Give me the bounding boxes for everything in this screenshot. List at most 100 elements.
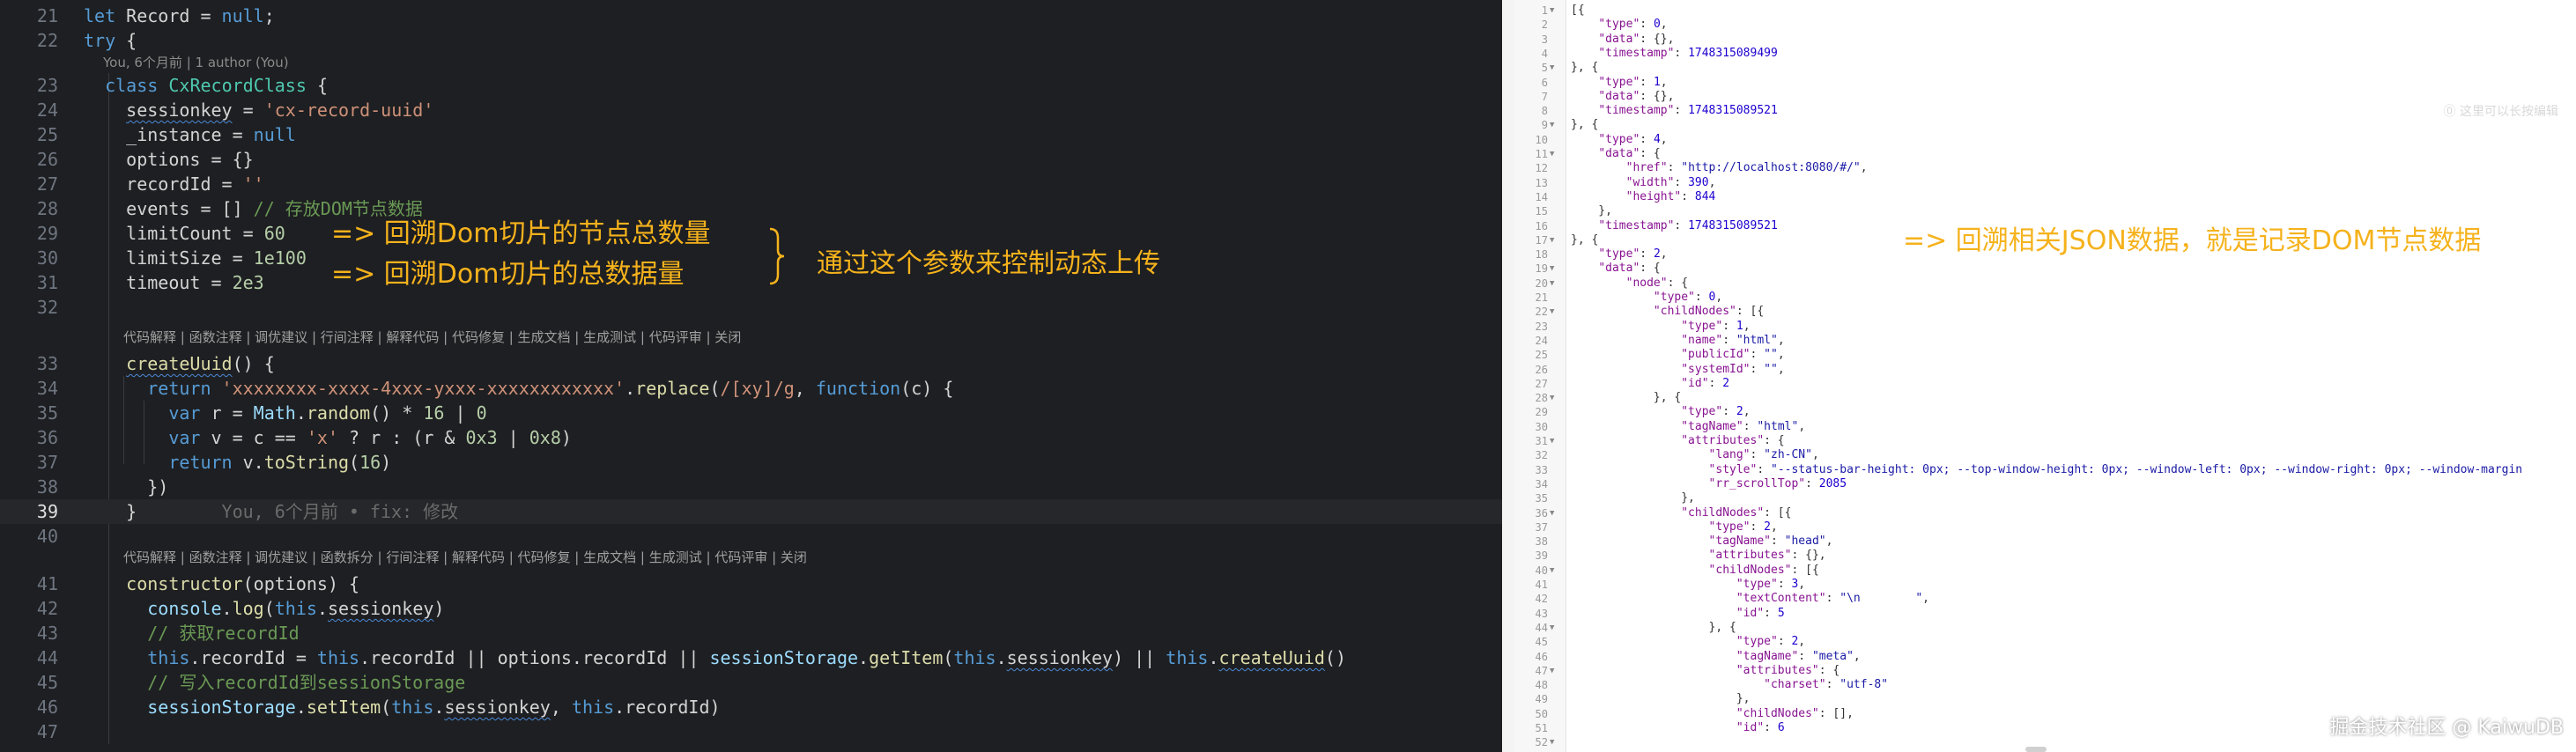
code-line[interactable]: 42 console.log(this.sessionkey) (0, 596, 1502, 621)
fold-chevron-icon[interactable]: ▼ (1550, 233, 1554, 247)
code-editor-panel: 21 let Record = null; 22 try { 23 class CxRe… (0, 0, 1502, 752)
ai-codelens-bar[interactable]: 代码解释 | 函数注释 | 调优建议 | 函数拆分 | 行间注释 | 解释代码 … (123, 549, 807, 566)
line-number: 42 (1535, 593, 1548, 606)
code-line[interactable]: 22 try { (0, 28, 1502, 53)
line-number: 27 (36, 173, 58, 195)
code-line[interactable]: 43 // 获取recordId (0, 621, 1502, 645)
code-line[interactable]: 30 limitSize = 1e100 (0, 246, 1502, 270)
json-text: "timestamp": 1748315089499 (1598, 46, 1778, 60)
line-number: 42 (36, 598, 58, 619)
line-number: 9 (1541, 119, 1548, 132)
line-number: 5 (1541, 62, 1548, 75)
blame-codelens[interactable]: You, 6个月前 | 1 author (You) (103, 54, 289, 71)
fold-chevron-icon[interactable]: ▼ (1550, 434, 1554, 448)
fold-chevron-icon[interactable]: ▼ (1550, 147, 1554, 161)
code-line[interactable]: 36 var v = c == 'x' ? r : (r & 0x3 | 0x8… (0, 425, 1502, 450)
line-number: 10 (1535, 133, 1548, 146)
line-number: 7 (1541, 90, 1548, 103)
line-number: 28 (1535, 392, 1548, 405)
line-number: 26 (1535, 363, 1548, 376)
fold-chevron-icon[interactable]: ▼ (1550, 621, 1554, 635)
fold-chevron-icon[interactable]: ▼ (1550, 506, 1554, 520)
code-line[interactable]: 21 let Record = null; (0, 4, 1502, 28)
ai-codelens-bar[interactable]: 代码解释 | 函数注释 | 调优建议 | 行间注释 | 解释代码 | 代码修复 … (123, 328, 741, 346)
line-number: 8 (1541, 105, 1548, 118)
line-number: 23 (36, 75, 58, 96)
code-line[interactable]: 37 return v.toString(16) (0, 450, 1502, 475)
line-number: 11 (1535, 148, 1548, 160)
code-text: options = {} (84, 149, 254, 170)
code-line[interactable]: 26 options = {} (0, 147, 1502, 172)
line-number: 44 (36, 647, 58, 668)
scrollbar[interactable] (2025, 747, 2047, 752)
line-number: 49 (1535, 693, 1548, 706)
code-line[interactable]: 31 timeout = 2e3 (0, 270, 1502, 295)
json-text: "id": 5 (1736, 606, 1785, 620)
line-number: 40 (36, 526, 58, 547)
code-line[interactable]: 45 // 写入recordId到sessionStorage (0, 670, 1502, 695)
fold-chevron-icon[interactable]: ▼ (1550, 564, 1554, 578)
fold-chevron-icon[interactable]: ▼ (1550, 391, 1554, 405)
line-number: 28 (36, 198, 58, 219)
code-line[interactable]: 28 events = [] // 存放DOM节点数据 (0, 196, 1502, 221)
code-line[interactable]: 39 } You, 6个月前 • fix: 修改 (0, 499, 1502, 524)
line-number: 47 (36, 721, 58, 742)
line-number: 31 (36, 272, 58, 293)
line-number: 33 (36, 353, 58, 374)
code-line[interactable]: 44 this.recordId = this.recordId || opti… (0, 645, 1502, 670)
json-text: "style": "--status-bar-height: 0px; --to… (1708, 462, 2523, 476)
fold-chevron-icon[interactable]: ▼ (1550, 262, 1554, 276)
code-line[interactable]: 41 constructor(options) { (0, 571, 1502, 596)
code-line[interactable]: 29 limitCount = 60 (0, 221, 1502, 246)
fold-chevron-icon[interactable]: ▼ (1550, 305, 1554, 319)
brace-icon (769, 227, 785, 285)
json-text: "tagName": "meta", (1736, 649, 1861, 663)
fold-chevron-icon[interactable]: ▼ (1550, 664, 1554, 678)
code-line[interactable]: 47 (0, 719, 1502, 744)
json-text: "data": {}, (1598, 89, 1675, 103)
line-number: 3 (1541, 33, 1548, 46)
code-text: // 写入recordId到sessionStorage (147, 672, 466, 693)
code-line[interactable]: 35 var r = Math.random() * 16 | 0 (0, 401, 1502, 425)
line-number: 29 (1535, 406, 1548, 419)
fold-chevron-icon[interactable]: ▼ (1550, 735, 1554, 749)
code-text: return 'xxxxxxxx-xxxx-4xxx-yxxx-xxxxxxxx… (147, 378, 954, 399)
line-number: 36 (1535, 506, 1548, 520)
json-text: "timestamp": 1748315089521 (1598, 104, 1778, 118)
code-text: } You, 6个月前 • fix: 修改 (84, 501, 459, 522)
code-line[interactable]: 40 (0, 524, 1502, 549)
line-number: 36 (36, 427, 58, 448)
watermark: 掘金技术社区 @ KaiwuDB (2329, 717, 2564, 739)
fold-chevron-icon[interactable]: ▼ (1550, 276, 1554, 291)
json-text: "tagName": "head", (1708, 535, 1833, 549)
fold-chevron-icon[interactable]: ▼ (1550, 61, 1554, 75)
code-text: var r = Math.random() * 16 | 0 (168, 402, 487, 424)
line-number: 48 (1535, 679, 1548, 692)
json-text: }, { (1571, 61, 1599, 75)
json-text: "childNodes": [{ (1653, 305, 1765, 319)
line-number: 24 (36, 100, 58, 121)
json-text: [{ (1571, 4, 1585, 17)
json-text: "type": 1, (1598, 75, 1668, 89)
json-text: "type": 2, (1736, 635, 1806, 649)
code-line[interactable]: 27 recordId = '' (0, 172, 1502, 196)
code-line[interactable]: 32 (0, 295, 1502, 320)
code-line[interactable]: 24 sessionkey = 'cx-record-uuid' (0, 98, 1502, 122)
line-number: 22 (36, 30, 58, 51)
code-line[interactable]: 33 createUuid() { (0, 351, 1502, 376)
code-text: var v = c == 'x' ? r : (r & 0x3 | 0x8) (168, 427, 572, 448)
code-line[interactable]: 25 _instance = null (0, 122, 1502, 147)
line-number: 6 (1541, 76, 1548, 89)
code-text: sessionkey = 'cx-record-uuid' (126, 100, 434, 121)
fold-chevron-icon[interactable]: ▼ (1550, 118, 1554, 132)
json-text: }, { (1571, 620, 1736, 634)
line-number: 41 (36, 573, 58, 594)
line-number: 51 (1535, 722, 1548, 734)
code-line[interactable]: 46 sessionStorage.setItem(this.sessionke… (0, 695, 1502, 719)
json-text: }, { (1571, 391, 1682, 405)
code-line[interactable]: 23 class CxRecordClass { (0, 73, 1502, 98)
code-line[interactable]: 34 return 'xxxxxxxx-xxxx-4xxx-yxxx-xxxxx… (0, 376, 1502, 401)
code-line[interactable]: 38 }) (0, 475, 1502, 499)
line-number: 22 (1535, 306, 1548, 319)
fold-chevron-icon[interactable]: ▼ (1550, 4, 1554, 18)
